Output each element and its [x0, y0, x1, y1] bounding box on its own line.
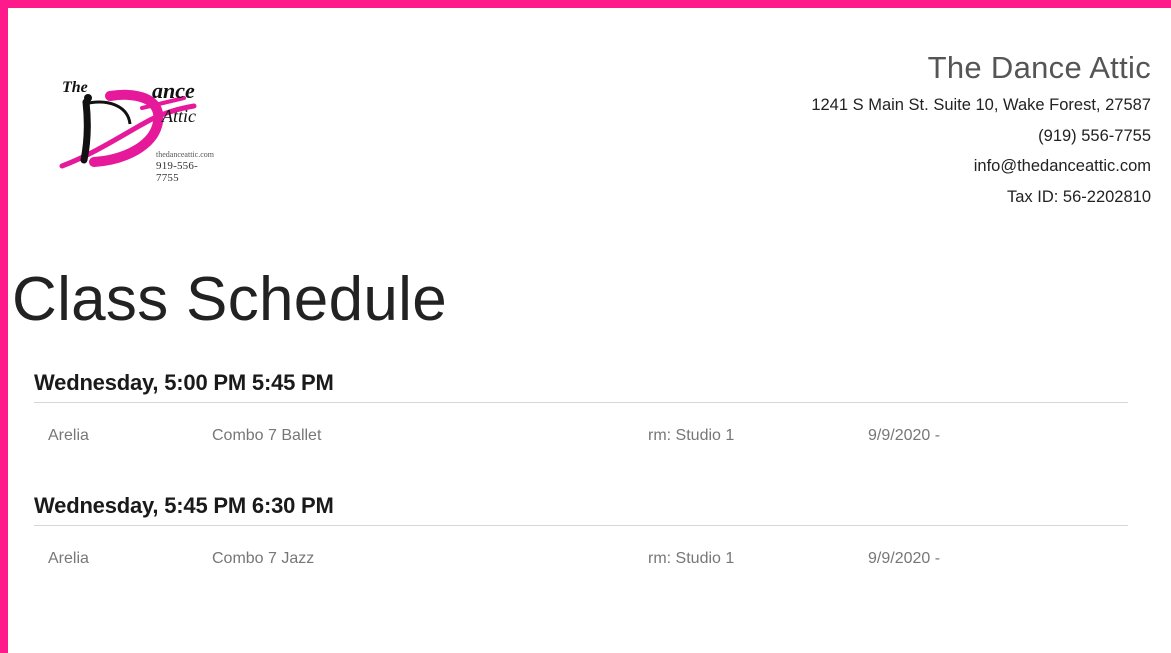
session-teacher: Arelia	[48, 427, 89, 444]
session-row: Arelia Combo 7 Jazz rm: Studio 1 9/9/202…	[34, 526, 1128, 570]
company-address: 1241 S Main St. Suite 10, Wake Forest, 2…	[811, 96, 1151, 114]
logo-ance: ance	[152, 78, 195, 103]
session-class-name: Combo 7 Jazz	[212, 550, 315, 567]
company-phone: (919) 556-7755	[1038, 126, 1151, 145]
session-teacher: Arelia	[48, 550, 89, 567]
session-heading: Wednesday, 5:45 PM 6:30 PM	[34, 493, 1128, 526]
logo-phone: 919-556-7755	[156, 160, 198, 184]
schedule-session: Wednesday, 5:45 PM 6:30 PM Arelia Combo …	[34, 493, 1128, 570]
company-info: The Dance Attic 1241 S Main St. Suite 10…	[811, 50, 1151, 212]
logo-attic: Attic	[161, 106, 196, 126]
dance-attic-logo: The ance Attic thedanceattic.com 919-556…	[54, 68, 214, 184]
session-row: Arelia Combo 7 Ballet rm: Studio 1 9/9/2…	[34, 403, 1128, 447]
session-date: 9/9/2020 -	[868, 550, 941, 567]
logo-the: The	[62, 79, 88, 96]
logo-website: thedanceattic.com	[156, 150, 214, 159]
class-schedule-list: Wednesday, 5:00 PM 5:45 PM Arelia Combo …	[34, 370, 1128, 616]
company-name: The Dance Attic	[927, 50, 1151, 85]
page-title: Class Schedule	[12, 265, 447, 334]
session-class-name: Combo 7 Ballet	[212, 427, 322, 444]
session-date: 9/9/2020 -	[868, 427, 941, 444]
session-heading: Wednesday, 5:00 PM 5:45 PM	[34, 370, 1128, 403]
document-page: The ance Attic thedanceattic.com 919-556…	[8, 8, 1171, 653]
company-email[interactable]: info@thedanceattic.com	[811, 151, 1151, 182]
session-room: rm: Studio 1	[648, 427, 735, 444]
schedule-session: Wednesday, 5:00 PM 5:45 PM Arelia Combo …	[34, 370, 1128, 447]
session-room: rm: Studio 1	[648, 550, 735, 567]
company-tax-id: Tax ID: 56-2202810	[1006, 187, 1151, 206]
